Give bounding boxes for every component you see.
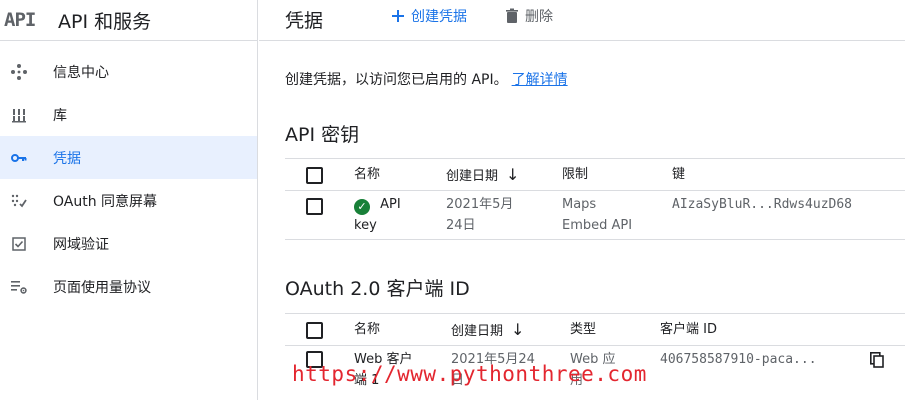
api-key-name-line2: key (354, 218, 377, 233)
intro-description: 创建凭据，以访问您已启用的 API。 (285, 72, 508, 88)
created-date-line2: 日 (451, 373, 465, 388)
column-header-key: 键 (672, 167, 686, 182)
api-key-name-line1: API (380, 197, 401, 212)
table-header-row: 名称 创建日期 ↓ 限制 键 (285, 159, 905, 191)
column-header-created-label: 创建日期 (451, 324, 504, 339)
key-icon (10, 149, 28, 167)
dashboard-diamond-icon (10, 63, 28, 81)
column-header-created-label: 创建日期 (446, 169, 499, 184)
sidebar-item-domain-verification[interactable]: 网域验证 (0, 222, 257, 265)
sort-down-arrow-icon: ↓ (506, 165, 520, 184)
api-key-name[interactable]: ✓ API key (354, 194, 414, 236)
table-row: ✓ API key 2021年5月 24日 Maps Embed API AIz… (285, 191, 905, 240)
created-date-line1: 2021年5月24 (451, 352, 535, 367)
column-header-name: 名称 (354, 322, 381, 337)
column-header-name: 名称 (354, 167, 381, 182)
delete-button[interactable]: 删除 (503, 6, 553, 26)
restriction-line2: Embed API (562, 218, 633, 233)
created-date-line2: 24日 (446, 218, 476, 233)
check-circle-icon: ✓ (354, 198, 370, 215)
restriction-line1: Maps (562, 197, 597, 212)
sidebar-item-label: 信息中心 (53, 64, 109, 81)
sidebar-item-dashboard[interactable]: 信息中心 (0, 50, 257, 93)
top-bar: 凭据 创建凭据 删除 (259, 0, 905, 41)
oauth-created-date: 2021年5月24 日 (451, 349, 535, 391)
api-keys-section-title: API 密钥 (285, 124, 360, 146)
select-all-checkbox[interactable] (306, 322, 323, 339)
library-icon (10, 106, 28, 124)
trash-icon (503, 7, 521, 25)
type-line1: Web 应 (570, 352, 616, 367)
api-keys-table: 名称 创建日期 ↓ 限制 键 ✓ API key 2021年5月 24日 Maps… (285, 158, 905, 240)
api-logo: API (4, 9, 36, 31)
column-header-client-id: 客户端 ID (660, 322, 717, 337)
row-checkbox[interactable] (306, 351, 323, 368)
sidebar-item-label: 凭据 (53, 150, 81, 167)
create-credentials-button[interactable]: 创建凭据 (389, 6, 467, 26)
column-header-type: 类型 (570, 322, 597, 337)
sidebar-item-oauth-consent[interactable]: OAuth 同意屏幕 (0, 179, 257, 222)
sort-down-arrow-icon: ↓ (511, 320, 525, 339)
table-row: Web 客户 端 1 2021年5月24 日 Web 应 用 406758587… (285, 346, 905, 400)
consent-icon (10, 192, 28, 210)
column-header-restriction: 限制 (562, 167, 589, 182)
oauth-section-title: OAuth 2.0 客户端 ID (285, 278, 470, 300)
created-date-line1: 2021年5月 (446, 197, 514, 212)
sidebar-item-label: OAuth 同意屏幕 (53, 193, 158, 210)
learn-more-link[interactable]: 了解详情 (512, 72, 568, 88)
oauth-client-name[interactable]: Web 客户 端 1 (354, 349, 412, 391)
plus-icon (389, 7, 407, 25)
settings-list-icon (10, 278, 28, 296)
client-name-line2: 端 1 (354, 373, 380, 388)
api-key-value: AIzaSyBluR...Rdws4uzD68 (672, 197, 853, 212)
row-checkbox[interactable] (306, 198, 323, 215)
delete-label: 删除 (525, 9, 553, 25)
intro-text: 创建凭据，以访问您已启用的 API。 了解详情 (285, 69, 568, 89)
table-header-row: 名称 创建日期 ↓ 类型 客户端 ID (285, 314, 905, 346)
sidebar-item-library[interactable]: 库 (0, 93, 257, 136)
type-line2: 用 (570, 373, 584, 388)
main-content: 创建凭据，以访问您已启用的 API。 了解详情 API 密钥 名称 创建日期 ↓ 限… (259, 42, 905, 400)
api-key-restriction: Maps Embed API (562, 194, 632, 236)
oauth-client-id: 406758587910-paca... (660, 352, 817, 367)
page-title: 凭据 (285, 10, 324, 32)
sidebar-header: API API 和服务 (0, 0, 257, 41)
sidebar-item-credentials[interactable]: 凭据 (0, 136, 257, 179)
sidebar-item-label: 库 (53, 107, 67, 124)
oauth-clients-table: 名称 创建日期 ↓ 类型 客户端 ID Web 客户 端 1 2021年5月24 … (285, 313, 905, 400)
sidebar-title: API 和服务 (58, 10, 152, 33)
sidebar-item-label: 页面使用量协议 (53, 279, 151, 296)
oauth-type: Web 应 用 (570, 349, 615, 391)
copy-icon[interactable] (870, 352, 884, 372)
sidebar: API API 和服务 信息中心 库 凭据 OAuth 同意屏幕 网域验证 页面… (0, 0, 258, 400)
checkbox-verify-icon (10, 235, 28, 253)
create-credentials-label: 创建凭据 (411, 9, 467, 25)
column-header-created[interactable]: 创建日期 ↓ (451, 319, 524, 342)
sidebar-item-label: 网域验证 (53, 236, 109, 253)
column-header-created[interactable]: 创建日期 ↓ (446, 164, 519, 187)
client-name-line1: Web 客户 (354, 352, 413, 367)
select-all-checkbox[interactable] (306, 167, 323, 184)
sidebar-item-page-usage[interactable]: 页面使用量协议 (0, 265, 257, 308)
api-key-created-date: 2021年5月 24日 (446, 194, 513, 236)
